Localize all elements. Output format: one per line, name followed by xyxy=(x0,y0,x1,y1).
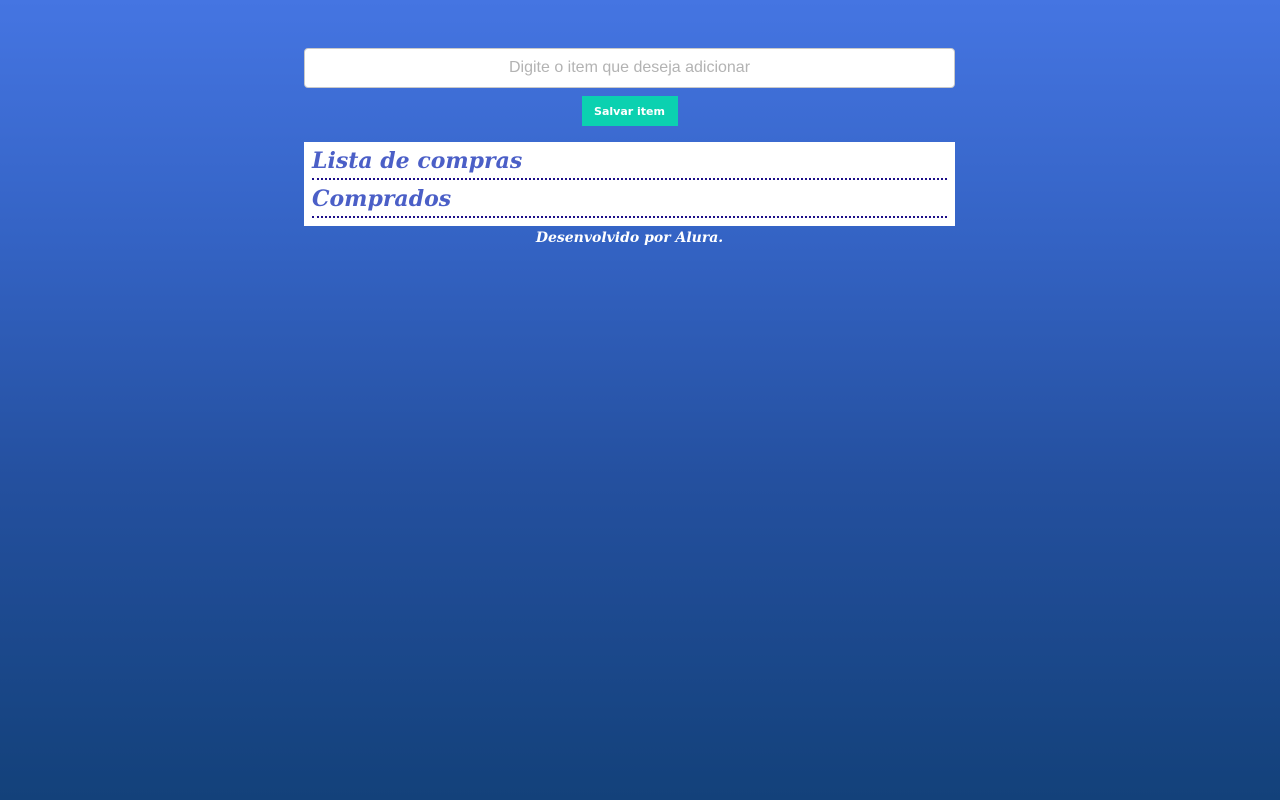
add-item-form: Salvar item xyxy=(304,48,955,126)
shopping-list-section: Lista de compras xyxy=(312,146,947,180)
lists-panel: Lista de compras Comprados xyxy=(304,142,955,226)
item-input[interactable] xyxy=(304,48,955,88)
save-item-button[interactable]: Salvar item xyxy=(581,96,678,126)
purchased-list-title: Comprados xyxy=(312,186,452,212)
app-container: Salvar item Lista de compras Comprados xyxy=(304,48,955,226)
purchased-list-section: Comprados xyxy=(312,184,947,218)
shopping-list-title: Lista de compras xyxy=(312,148,523,174)
footer-credit: Desenvolvido por Alura. xyxy=(535,230,724,246)
save-row: Salvar item xyxy=(304,96,955,126)
